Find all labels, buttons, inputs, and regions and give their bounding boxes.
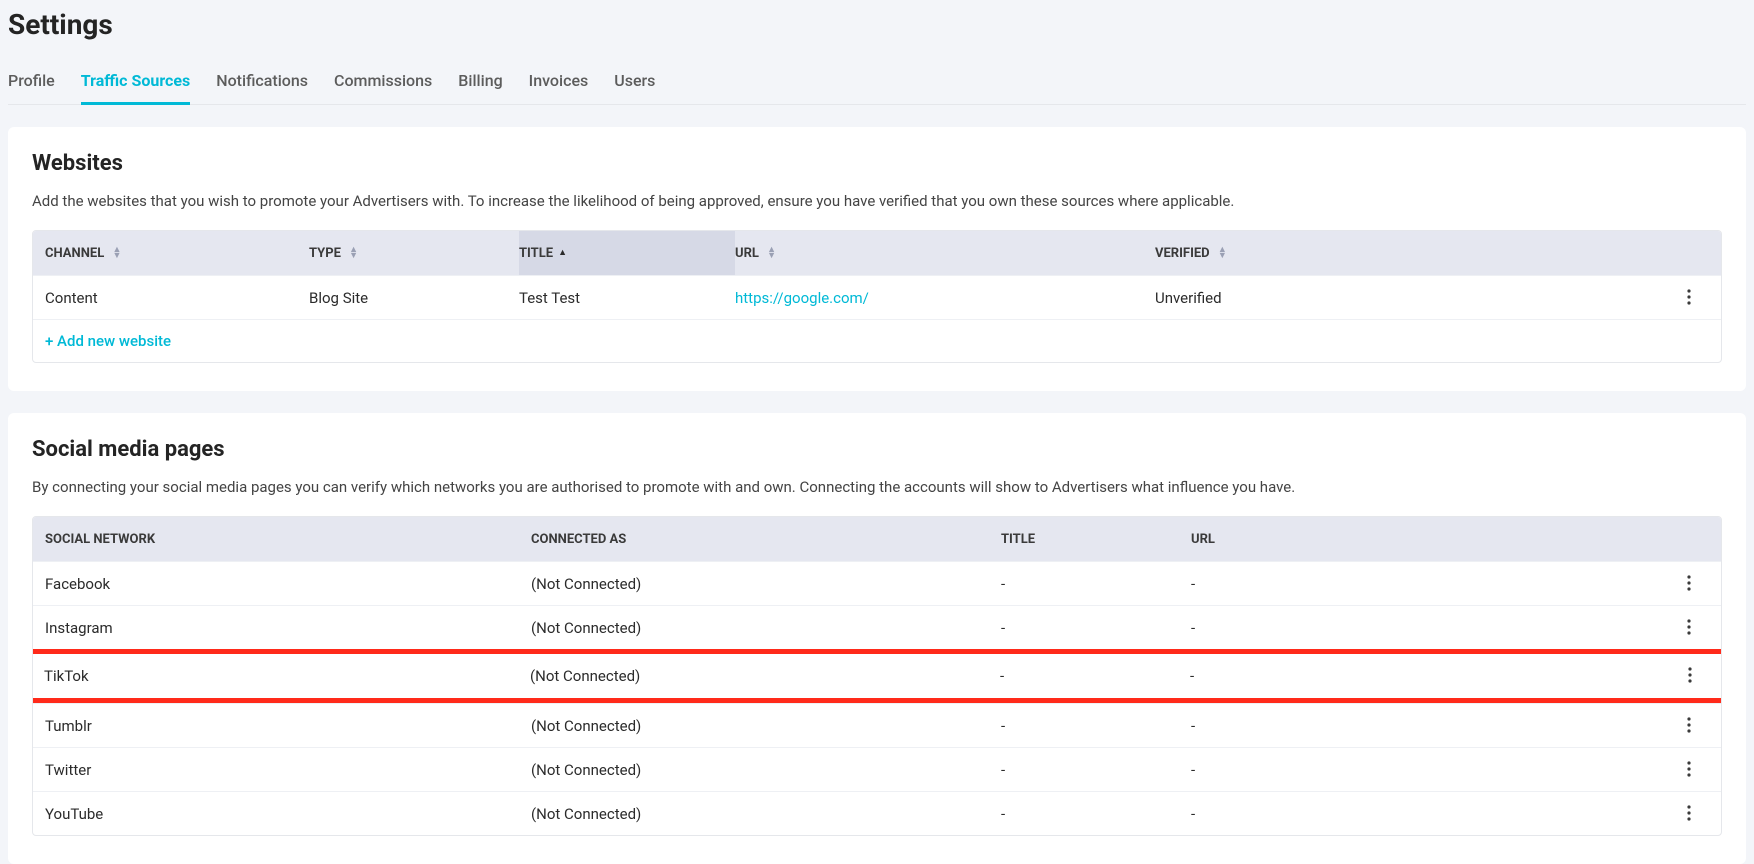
cell-network: YouTube xyxy=(45,805,531,823)
col-channel-label: CHANNEL xyxy=(45,246,104,261)
websites-heading: Websites xyxy=(32,151,1722,176)
website-url-link[interactable]: https://google.com/ xyxy=(735,289,869,307)
cell-channel: Content xyxy=(45,289,309,307)
cell-network: Facebook xyxy=(45,575,531,593)
cell-social-title: - xyxy=(1001,717,1191,735)
sort-icon: ▲▼ xyxy=(349,247,358,259)
websites-table: CHANNEL ▲▼ TYPE ▲▼ TITLE ▲ xyxy=(32,230,1722,363)
website-row: ContentBlog SiteTest Testhttps://google.… xyxy=(33,275,1721,319)
social-row: Twitter(Not Connected)-- xyxy=(33,747,1721,791)
social-table-header: SOCIAL NETWORK CONNECTED AS TITLE URL xyxy=(33,517,1721,561)
social-row: Instagram(Not Connected)-- xyxy=(33,605,1721,649)
col-title-label: TITLE xyxy=(519,246,553,261)
cell-connected: (Not Connected) xyxy=(531,575,1001,593)
add-website-row: + Add new website xyxy=(33,319,1721,362)
col-url-label: URL xyxy=(735,246,759,261)
websites-table-header: CHANNEL ▲▼ TYPE ▲▼ TITLE ▲ xyxy=(33,231,1721,275)
social-row: TikTok(Not Connected)-- xyxy=(32,654,1722,698)
cell-verified: Unverified xyxy=(1155,289,1669,307)
cell-connected: (Not Connected) xyxy=(531,805,1001,823)
cell-social-title: - xyxy=(1001,575,1191,593)
cell-type: Blog Site xyxy=(309,289,519,307)
social-row-menu[interactable] xyxy=(1679,573,1699,593)
cell-network: Twitter xyxy=(45,761,531,779)
cell-social-url: - xyxy=(1190,667,1670,685)
social-row-menu[interactable] xyxy=(1679,803,1699,823)
col-url[interactable]: URL ▲▼ xyxy=(735,246,1155,261)
social-row: YouTube(Not Connected)-- xyxy=(33,791,1721,835)
cell-network: Tumblr xyxy=(45,717,531,735)
add-website-link[interactable]: + Add new website xyxy=(45,332,171,350)
websites-description: Add the websites that you wish to promot… xyxy=(32,192,1722,210)
col-social-url: URL xyxy=(1191,532,1669,547)
social-description: By connecting your social media pages yo… xyxy=(32,478,1722,496)
cell-social-title: - xyxy=(1001,619,1191,637)
cell-social-title: - xyxy=(1000,667,1190,685)
cell-social-url: - xyxy=(1191,575,1669,593)
highlighted-row: TikTok(Not Connected)-- xyxy=(32,649,1722,703)
col-verified[interactable]: VERIFIED ▲▼ xyxy=(1155,246,1669,261)
col-verified-label: VERIFIED xyxy=(1155,246,1210,261)
tab-billing[interactable]: Billing xyxy=(458,63,502,104)
social-row: Tumblr(Not Connected)-- xyxy=(33,703,1721,747)
cell-url: https://google.com/ xyxy=(735,289,1155,307)
cell-network: TikTok xyxy=(44,667,530,685)
col-type[interactable]: TYPE ▲▼ xyxy=(309,246,519,261)
sort-icon: ▲▼ xyxy=(1218,247,1227,259)
cell-social-url: - xyxy=(1191,717,1669,735)
col-social-network: SOCIAL NETWORK xyxy=(45,532,531,547)
cell-social-url: - xyxy=(1191,805,1669,823)
sort-asc-icon: ▲ xyxy=(558,250,567,256)
social-row-menu[interactable] xyxy=(1679,759,1699,779)
cell-connected: (Not Connected) xyxy=(531,619,1001,637)
cell-title: Test Test xyxy=(519,289,735,307)
cell-social-url: - xyxy=(1191,619,1669,637)
col-type-label: TYPE xyxy=(309,246,341,261)
tab-profile[interactable]: Profile xyxy=(8,63,55,104)
cell-social-title: - xyxy=(1001,761,1191,779)
sort-icon: ▲▼ xyxy=(767,247,776,259)
cell-social-title: - xyxy=(1001,805,1191,823)
social-row-menu[interactable] xyxy=(1679,617,1699,637)
social-card: Social media pages By connecting your so… xyxy=(8,413,1746,864)
tabs-bar: Profile Traffic Sources Notifications Commi… xyxy=(8,63,1746,105)
cell-connected: (Not Connected) xyxy=(531,761,1001,779)
tab-commissions[interactable]: Commissions xyxy=(334,63,432,104)
social-row-menu[interactable] xyxy=(1680,665,1700,685)
social-heading: Social media pages xyxy=(32,437,1722,462)
websites-card: Websites Add the websites that you wish … xyxy=(8,127,1746,391)
col-title[interactable]: TITLE ▲ xyxy=(519,231,735,275)
cell-network: Instagram xyxy=(45,619,531,637)
col-channel[interactable]: CHANNEL ▲▼ xyxy=(45,246,309,261)
social-table: SOCIAL NETWORK CONNECTED AS TITLE URL Fa… xyxy=(32,516,1722,836)
tab-users[interactable]: Users xyxy=(614,63,655,104)
col-social-title: TITLE xyxy=(1001,532,1191,547)
cell-connected: (Not Connected) xyxy=(531,717,1001,735)
website-row-menu[interactable] xyxy=(1679,287,1699,307)
page-title: Settings xyxy=(8,8,1746,41)
social-row: Facebook(Not Connected)-- xyxy=(33,561,1721,605)
tab-traffic-sources[interactable]: Traffic Sources xyxy=(81,63,190,105)
cell-social-url: - xyxy=(1191,761,1669,779)
tab-invoices[interactable]: Invoices xyxy=(529,63,589,104)
sort-icon: ▲▼ xyxy=(112,247,121,259)
col-connected-as: CONNECTED AS xyxy=(531,532,1001,547)
social-row-menu[interactable] xyxy=(1679,715,1699,735)
tab-notifications[interactable]: Notifications xyxy=(216,63,308,104)
cell-connected: (Not Connected) xyxy=(530,667,1000,685)
